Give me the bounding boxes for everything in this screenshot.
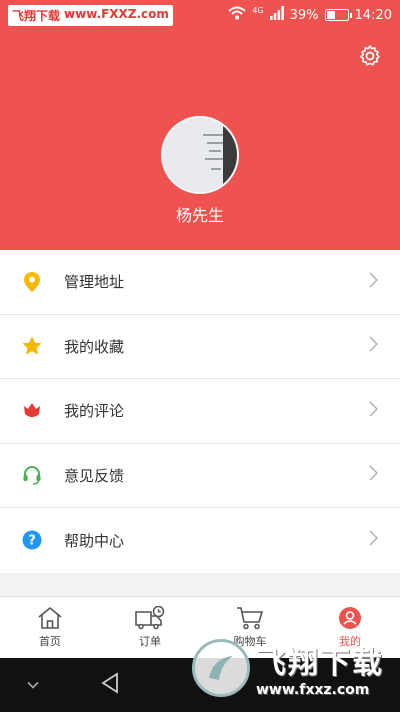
chevron-right-icon <box>369 465 379 485</box>
menu-item-favorites[interactable]: 我的收藏 <box>0 315 400 379</box>
menu-label: 我的收藏 <box>64 337 125 356</box>
chevron-right-icon <box>369 336 379 356</box>
user-icon <box>339 607 361 629</box>
chevron-right-icon <box>369 272 379 292</box>
wifi-icon <box>228 6 246 24</box>
settings-button[interactable] <box>356 42 384 70</box>
clock: 14:20 <box>354 7 392 23</box>
menu-list: 管理地址 我的收藏 我的评论 意见反馈 ? 帮助中心 <box>0 250 400 573</box>
network-type: 4G <box>252 5 264 15</box>
menu-item-my-comments[interactable]: 我的评论 <box>0 379 400 444</box>
status-bar: 飞翔下载 www.FXXZ.com 4G 39% 14:20 <box>0 0 400 30</box>
menu-item-manage-address[interactable]: 管理地址 <box>0 250 400 315</box>
battery-percent: 39% <box>289 7 319 23</box>
menu-label: 我的评论 <box>64 402 125 421</box>
chevron-right-icon <box>369 530 379 550</box>
tab-me[interactable]: 我的 <box>300 597 400 658</box>
truck-icon <box>135 606 165 630</box>
status-indicators: 4G 39% 14:20 <box>228 6 392 24</box>
menu-label: 管理地址 <box>64 273 125 292</box>
menu-label: 意见反馈 <box>64 466 125 485</box>
tab-cart[interactable]: 购物车 <box>200 597 300 658</box>
gear-icon <box>360 45 380 66</box>
profile-header: 杨先生 <box>0 30 400 250</box>
watermark-url: www.FXXZ.com <box>64 6 169 21</box>
android-nav-bar <box>0 658 400 712</box>
tab-label: 首页 <box>39 635 61 648</box>
menu-label: 帮助中心 <box>64 531 125 550</box>
watermark-badge: 飞翔下载 www.FXXZ.com <box>8 4 173 26</box>
username[interactable]: 杨先生 <box>0 202 400 226</box>
tab-label: 订单 <box>139 635 161 648</box>
signal-icon <box>269 6 284 24</box>
tab-label: 购物车 <box>233 635 267 648</box>
tulip-icon <box>22 401 42 421</box>
svg-text:?: ? <box>28 534 36 549</box>
battery-icon <box>324 9 352 21</box>
chevron-right-icon <box>369 401 379 421</box>
tab-label: 我的 <box>339 635 361 648</box>
headset-icon <box>22 465 42 485</box>
avatar[interactable] <box>161 116 239 194</box>
location-pin-icon <box>22 271 42 292</box>
tab-home[interactable]: 首页 <box>0 597 100 658</box>
cart-icon <box>237 607 264 630</box>
back-icon[interactable] <box>100 672 120 698</box>
chevron-down-icon[interactable] <box>26 676 40 695</box>
home-icon <box>38 606 62 629</box>
tab-orders[interactable]: 订单 <box>100 597 200 658</box>
bottom-tab-bar: 首页 订单 购物车 我的 <box>0 596 400 658</box>
menu-item-help-center[interactable]: ? 帮助中心 <box>0 508 400 573</box>
watermark-cn: 飞翔下载 <box>12 8 61 23</box>
help-circle-icon: ? <box>22 530 42 550</box>
star-icon <box>22 336 42 356</box>
menu-item-feedback[interactable]: 意见反馈 <box>0 444 400 508</box>
